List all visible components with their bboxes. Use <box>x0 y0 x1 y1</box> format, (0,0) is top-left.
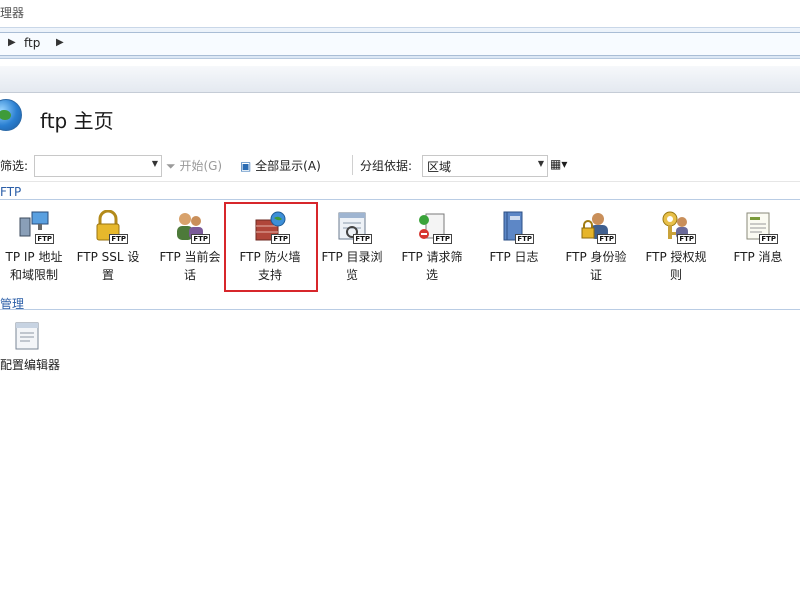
feature-label: FTP 日志 <box>489 250 539 264</box>
menu-bar <box>0 66 800 93</box>
ftp-badge: FTP <box>597 234 616 244</box>
group-by-label: 分组依据: <box>360 159 413 173</box>
ftp-badge: FTP <box>677 234 696 244</box>
ftp-badge: FTP <box>191 234 210 244</box>
ip-restriction-icon: FTP <box>18 210 54 244</box>
filter-label: 筛选: <box>0 159 29 173</box>
feature-ftp-authorization-rules[interactable]: FTP FTP 授权规 则 <box>636 206 716 296</box>
ftp-badge: FTP <box>353 234 372 244</box>
window-title: 理器 <box>0 6 25 20</box>
sessions-icon: FTP <box>174 210 210 244</box>
chevron-down-icon: ▼ <box>151 159 158 168</box>
section-ftp[interactable]: FTP <box>0 184 800 200</box>
group-by-select[interactable]: 区域 ▼ <box>422 155 548 177</box>
directory-browsing-icon: FTP <box>336 210 372 244</box>
page-title: ftp 主页 <box>40 109 114 133</box>
show-all-button[interactable]: ▣ 全部显示(A) <box>240 157 321 174</box>
ftp-badge: FTP <box>109 234 128 244</box>
view-mode-button[interactable]: ▦▾ <box>550 157 567 171</box>
breadcrumb-item-ftp[interactable]: ftp <box>24 36 40 50</box>
ftp-badge: FTP <box>433 234 452 244</box>
ftp-badge: FTP <box>35 234 54 244</box>
authentication-icon: FTP <box>580 210 616 244</box>
selected-feature-highlight <box>224 202 318 292</box>
start-button[interactable]: ⏷ 开始(G) <box>166 157 222 174</box>
request-filtering-icon: FTP <box>416 210 452 244</box>
ssl-lock-icon: FTP <box>92 209 128 244</box>
view-grid-icon: ▦▾ <box>550 157 568 171</box>
messages-icon: FTP <box>742 210 778 244</box>
feature-label: FTP SSL 设 置 <box>76 250 140 282</box>
breadcrumb-arrow-icon[interactable]: ▶ <box>8 37 16 48</box>
section-management[interactable]: 管理 <box>0 294 800 311</box>
feature-label: FTP 目录浏 览 <box>321 250 383 282</box>
feature-label: 配置编辑器 <box>0 358 60 372</box>
feature-label: FTP 身份验 证 <box>565 250 627 282</box>
feature-configuration-editor[interactable]: 配置编辑器 <box>0 318 70 408</box>
feature-label: FTP 授权规 则 <box>645 250 707 282</box>
breadcrumb[interactable]: ▶ ftp ▶ <box>0 32 800 56</box>
title-bar: 理器 <box>0 0 800 26</box>
address-bar: ▶ ftp ▶ <box>0 27 800 59</box>
feature-ftp-messages[interactable]: FTP FTP 消息 <box>718 206 798 296</box>
breadcrumb-arrow-icon[interactable]: ▶ <box>56 37 64 48</box>
filter-toolbar: 筛选: ▼ ⏷ 开始(G) ▣ 全部显示(A) 分组依据: 区域 ▼ ▦▾ <box>0 149 800 182</box>
config-editor-icon <box>12 320 44 352</box>
globe-icon <box>0 99 22 131</box>
ftp-badge: FTP <box>759 234 778 244</box>
toolbar-separator <box>352 155 353 175</box>
ftp-badge: FTP <box>515 234 534 244</box>
feature-ftp-logging[interactable]: FTP FTP 日志 <box>474 206 554 296</box>
feature-ftp-directory-browsing[interactable]: FTP FTP 目录浏 览 <box>312 206 392 296</box>
feature-label: FTP 请求筛 选 <box>401 250 463 282</box>
authorization-icon: FTP <box>660 210 696 244</box>
feature-label: FTP 消息 <box>733 250 783 264</box>
feature-ftp-ssl[interactable]: FTP FTP SSL 设 置 <box>68 206 148 296</box>
log-icon: FTP <box>498 210 534 244</box>
feature-ftp-ip-restrictions[interactable]: FTP TP IP 地址 和域限制 <box>0 206 74 296</box>
feature-ftp-request-filtering[interactable]: FTP FTP 请求筛 选 <box>392 206 472 296</box>
feature-ftp-sessions[interactable]: FTP FTP 当前会 话 <box>150 206 230 296</box>
feature-label: TP IP 地址 和域限制 <box>5 250 63 282</box>
funnel-icon: ⏷ <box>166 159 176 173</box>
feature-label: FTP 当前会 话 <box>159 250 221 282</box>
feature-ftp-authentication[interactable]: FTP FTP 身份验 证 <box>556 206 636 296</box>
show-all-icon: ▣ <box>240 159 252 173</box>
filter-input[interactable]: ▼ <box>34 155 162 177</box>
chevron-down-icon: ▼ <box>537 159 544 168</box>
page-header: ftp 主页 <box>0 93 800 147</box>
